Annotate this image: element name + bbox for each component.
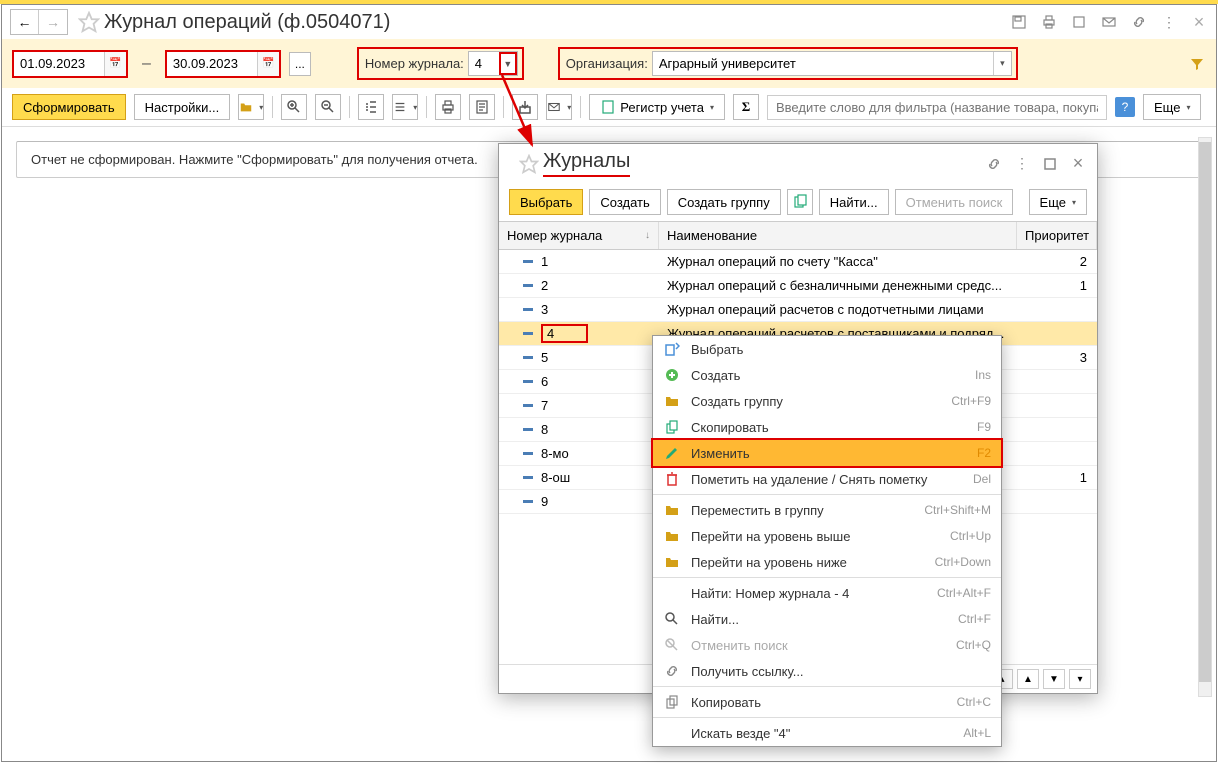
date-to-group: 📅 — [165, 50, 281, 78]
org-combo[interactable]: ▾ — [652, 51, 1012, 76]
blank-icon — [663, 585, 681, 601]
ctx-find-num[interactable]: Найти: Номер журнала - 4Ctrl+Alt+F — [653, 580, 1001, 606]
table-header: Номер журнала↓ Наименование Приоритет — [499, 222, 1097, 250]
date-to-input[interactable] — [167, 52, 257, 75]
link-icon[interactable] — [985, 155, 1003, 173]
popup-more-button[interactable]: Еще▾ — [1029, 189, 1087, 215]
sum-button[interactable]: Σ — [733, 94, 759, 120]
org-dropdown-icon[interactable]: ▾ — [993, 52, 1011, 75]
ctx-edit[interactable]: ИзменитьF2 — [651, 438, 1003, 468]
collapse-button[interactable]: ▾ — [392, 94, 418, 120]
date-dash: – — [136, 55, 157, 73]
ctx-select[interactable]: Выбрать — [653, 336, 1001, 362]
context-menu: Выбрать СоздатьIns Создать группуCtrl+F9… — [652, 335, 1002, 747]
copy-icon — [663, 419, 681, 435]
more-vertical-icon[interactable]: ⋮ — [1160, 13, 1178, 31]
page-title: Журнал операций (ф.0504071) — [104, 11, 390, 34]
help-button[interactable]: ? — [1115, 97, 1135, 117]
export-icon[interactable] — [1070, 13, 1088, 31]
sort-down-icon: ↓ — [645, 230, 650, 241]
annotation-arrow — [492, 65, 552, 155]
table-row[interactable]: 1Журнал операций по счету "Касса"2 — [499, 250, 1097, 274]
table-row[interactable]: 3Журнал операций расчетов с подотчетными… — [499, 298, 1097, 322]
cancel-search-button[interactable]: Отменить поиск — [895, 189, 1014, 215]
find-button[interactable]: Найти... — [819, 189, 889, 215]
form-button[interactable]: Сформировать — [12, 94, 126, 120]
calendar-icon[interactable]: 📅 — [104, 52, 126, 76]
more-vertical-icon[interactable]: ⋮ — [1013, 155, 1031, 173]
print-icon[interactable] — [1040, 13, 1058, 31]
date-more-button[interactable]: ... — [289, 52, 311, 76]
ctx-level-up[interactable]: Перейти на уровень вышеCtrl+Up — [653, 523, 1001, 549]
mail-icon[interactable] — [1100, 13, 1118, 31]
filter-funnel-icon[interactable] — [1188, 55, 1206, 73]
filter-bar: 📅 – 📅 ... Номер журнала: ▼ Организация: … — [2, 39, 1216, 88]
ctx-cancel-search[interactable]: Отменить поискCtrl+Q — [653, 632, 1001, 658]
zoom-out-button[interactable] — [315, 94, 341, 120]
scroll-bottom-icon[interactable]: ▾ — [1069, 669, 1091, 689]
clipboard-icon — [663, 694, 681, 710]
favorite-star-icon[interactable] — [78, 11, 100, 33]
ctx-delete[interactable]: Пометить на удаление / Снять пометкуDel — [653, 466, 1001, 492]
print-button[interactable] — [435, 94, 461, 120]
folder-move-icon — [663, 502, 681, 518]
pencil-icon — [663, 445, 681, 461]
register-button[interactable]: Регистр учета▾ — [589, 94, 725, 120]
ctx-copy[interactable]: СкопироватьF9 — [653, 414, 1001, 440]
link-icon — [663, 663, 681, 679]
folder-plus-icon — [663, 393, 681, 409]
folder-button[interactable]: ▾ — [238, 94, 264, 120]
scroll-up-icon[interactable]: ▲ — [1017, 669, 1039, 689]
folder-down-icon — [663, 554, 681, 570]
nav-forward-button[interactable]: → — [39, 10, 67, 34]
journal-label: Номер журнала: — [365, 56, 464, 71]
table-row[interactable]: 2Журнал операций с безналичными денежным… — [499, 274, 1097, 298]
select-icon — [663, 341, 681, 357]
ctx-find[interactable]: Найти...Ctrl+F — [653, 606, 1001, 632]
ctx-create[interactable]: СоздатьIns — [653, 362, 1001, 388]
org-label: Организация: — [566, 56, 648, 71]
save-icon[interactable] — [1010, 13, 1028, 31]
toolbar: Сформировать Настройки... ▾ ▾ ▾ Регистр … — [2, 88, 1216, 127]
org-input[interactable] — [653, 52, 993, 75]
calendar-icon[interactable]: 📅 — [257, 52, 279, 76]
expand-button[interactable] — [358, 94, 384, 120]
ctx-search-all[interactable]: Искать везде "4"Alt+L — [653, 720, 1001, 746]
plus-icon — [663, 367, 681, 383]
scrollbar-vertical[interactable] — [1198, 137, 1212, 697]
date-from-group: 📅 — [12, 50, 128, 78]
copy-icon-button[interactable] — [787, 189, 813, 215]
cancel-search-icon — [663, 637, 681, 653]
ctx-move-group[interactable]: Переместить в группуCtrl+Shift+M — [653, 497, 1001, 523]
blank-icon — [663, 725, 681, 741]
titlebar: ← → Журнал операций (ф.0504071) ⋮ × — [2, 5, 1216, 39]
zoom-in-button[interactable] — [281, 94, 307, 120]
create-group-button[interactable]: Создать группу — [667, 189, 781, 215]
create-button[interactable]: Создать — [589, 189, 660, 215]
link-icon[interactable] — [1130, 13, 1148, 31]
ctx-level-down[interactable]: Перейти на уровень нижеCtrl+Down — [653, 549, 1001, 575]
settings-button[interactable]: Настройки... — [134, 94, 231, 120]
ctx-get-link[interactable]: Получить ссылку... — [653, 658, 1001, 684]
scroll-down-icon[interactable]: ▼ — [1043, 669, 1065, 689]
ctx-create-group[interactable]: Создать группуCtrl+F9 — [653, 388, 1001, 414]
favorite-star-icon[interactable] — [519, 154, 539, 174]
select-button[interactable]: Выбрать — [509, 189, 583, 215]
col-header-number[interactable]: Номер журнала↓ — [499, 222, 659, 249]
delete-icon — [663, 471, 681, 487]
search-icon — [663, 611, 681, 627]
folder-up-icon — [663, 528, 681, 544]
col-header-name[interactable]: Наименование — [659, 222, 1017, 249]
col-header-priority[interactable]: Приоритет — [1017, 222, 1097, 249]
nav-back-button[interactable]: ← — [11, 10, 39, 34]
search-input[interactable] — [767, 95, 1107, 120]
ctx-copy-clip[interactable]: КопироватьCtrl+C — [653, 689, 1001, 715]
close-icon[interactable]: × — [1190, 13, 1208, 31]
close-icon[interactable]: × — [1069, 155, 1087, 173]
maximize-icon[interactable] — [1041, 155, 1059, 173]
more-button[interactable]: Еще▾ — [1143, 94, 1201, 120]
date-from-input[interactable] — [14, 52, 104, 75]
popup-title: Журналы — [543, 150, 630, 177]
